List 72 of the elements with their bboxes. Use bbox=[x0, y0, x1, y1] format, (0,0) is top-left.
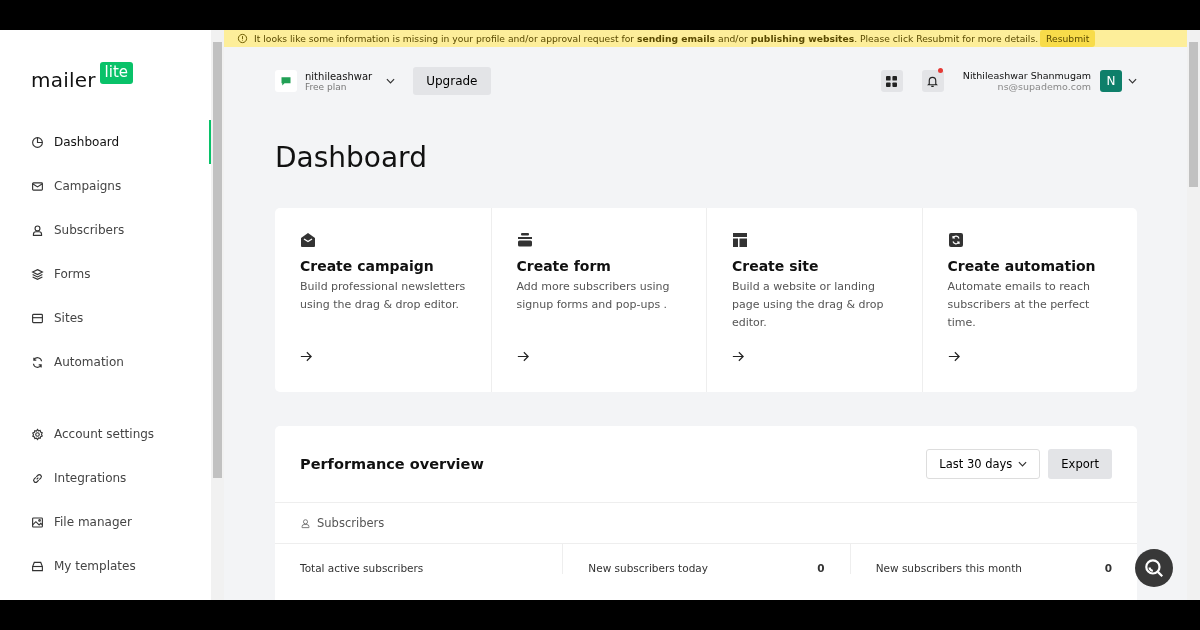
action-description: Add more subscribers using signup forms and pop-ups . bbox=[516, 279, 671, 313]
layout-icon bbox=[732, 232, 748, 248]
user-icon bbox=[31, 223, 44, 237]
action-title: Create form bbox=[516, 258, 612, 274]
chat-icon bbox=[275, 70, 297, 92]
action-title: Create campaign bbox=[300, 258, 435, 274]
action-title: Create automation bbox=[947, 258, 1097, 274]
grid-icon bbox=[886, 75, 898, 87]
action-card[interactable]: Create site Build a website or landing page using the drag & drop editor. bbox=[706, 208, 922, 392]
action-title: Create site bbox=[732, 258, 820, 274]
upgrade-button[interactable]: Upgrade bbox=[413, 67, 491, 95]
browser-window-icon bbox=[31, 311, 44, 325]
chevron-down-icon bbox=[386, 78, 396, 84]
scrollbar[interactable] bbox=[211, 30, 224, 600]
nav-item[interactable]: Subscribers bbox=[0, 208, 211, 252]
export-button[interactable]: Export bbox=[1048, 449, 1112, 479]
settings-icon bbox=[31, 427, 44, 441]
resubmit-button[interactable]: Resubmit bbox=[1040, 30, 1096, 47]
stat-value: 0 bbox=[817, 562, 825, 574]
nav-item[interactable]: Integrations bbox=[0, 456, 211, 500]
subscribers-tab[interactable]: Subscribers bbox=[275, 503, 1137, 544]
stat-label: New subscribers today bbox=[588, 562, 708, 574]
action-description: Automate emails to reach subscribers at the perfect time. bbox=[947, 279, 1091, 331]
user-name: Nithileashwar Shanmugam bbox=[962, 70, 1091, 81]
notifications-button[interactable] bbox=[921, 70, 944, 92]
chevron-down-icon[interactable] bbox=[1128, 78, 1137, 84]
scrollbar[interactable] bbox=[1187, 30, 1200, 600]
warning-icon bbox=[237, 33, 248, 44]
action-card[interactable]: Create campaign Build professional newsletters using the drag & drop editor. bbox=[275, 208, 491, 392]
pie-chart-icon bbox=[31, 135, 44, 149]
nav-item[interactable]: My templates bbox=[0, 544, 211, 588]
layers-icon bbox=[31, 267, 44, 281]
envelope-icon bbox=[300, 232, 316, 248]
section-title: Performance overview bbox=[300, 456, 485, 472]
arrow-right-icon bbox=[300, 351, 312, 362]
action-card[interactable]: Create form Add more subscribers using signup forms and pop-ups . bbox=[490, 208, 706, 392]
arrow-right-icon bbox=[516, 351, 529, 362]
user-email: ns@supademo.com bbox=[997, 81, 1091, 92]
nav-item[interactable]: Campaigns bbox=[0, 164, 211, 208]
action-description: Build professional newsletters using the drag & drop editor. bbox=[300, 279, 466, 313]
account-switcher[interactable]: nithileashwar Free plan bbox=[275, 70, 396, 92]
form-icon bbox=[516, 232, 533, 248]
search-icon bbox=[1143, 557, 1165, 579]
sync-icon bbox=[31, 355, 44, 369]
stat-value: 0 bbox=[1104, 562, 1112, 574]
mail-icon bbox=[31, 179, 44, 193]
search-button[interactable] bbox=[1135, 549, 1173, 587]
arrow-right-icon bbox=[947, 351, 960, 362]
date-range-dropdown[interactable]: Last 30 days bbox=[926, 449, 1041, 479]
nav-item[interactable]: Sites bbox=[0, 296, 211, 340]
nav-item[interactable]: Automation bbox=[0, 340, 211, 384]
tray-icon bbox=[31, 559, 44, 573]
apps-button[interactable] bbox=[880, 70, 903, 92]
logo-word: mailer bbox=[31, 68, 96, 92]
avatar[interactable]: N bbox=[1100, 70, 1122, 92]
user-icon bbox=[300, 517, 311, 529]
nav-item[interactable]: Forms bbox=[0, 252, 211, 296]
arrow-right-icon bbox=[732, 351, 744, 362]
stat-label: Total active subscribers bbox=[300, 562, 424, 574]
nav-item[interactable]: Account settings bbox=[0, 412, 211, 456]
bell-icon bbox=[926, 74, 940, 88]
chevron-down-icon bbox=[1018, 461, 1028, 467]
link-icon bbox=[31, 471, 44, 485]
page-title: Dashboard bbox=[275, 141, 428, 174]
alert-text: It looks like some information is missing in your profile and/or approval request for sending emails and/or publishing websites. Please click Resubmit for more details. bbox=[254, 33, 1039, 44]
logo-badge: lite bbox=[99, 62, 134, 84]
nav-item[interactable]: File manager bbox=[0, 500, 211, 544]
stat-label: New subscribers this month bbox=[875, 562, 1022, 574]
action-description: Build a website or landing page using the drag & drop editor. bbox=[732, 279, 885, 331]
image-icon bbox=[31, 515, 44, 529]
sync-icon bbox=[947, 232, 964, 248]
action-card[interactable]: Create automation Automate emails to reach subscribers at the perfect time. bbox=[921, 208, 1137, 392]
